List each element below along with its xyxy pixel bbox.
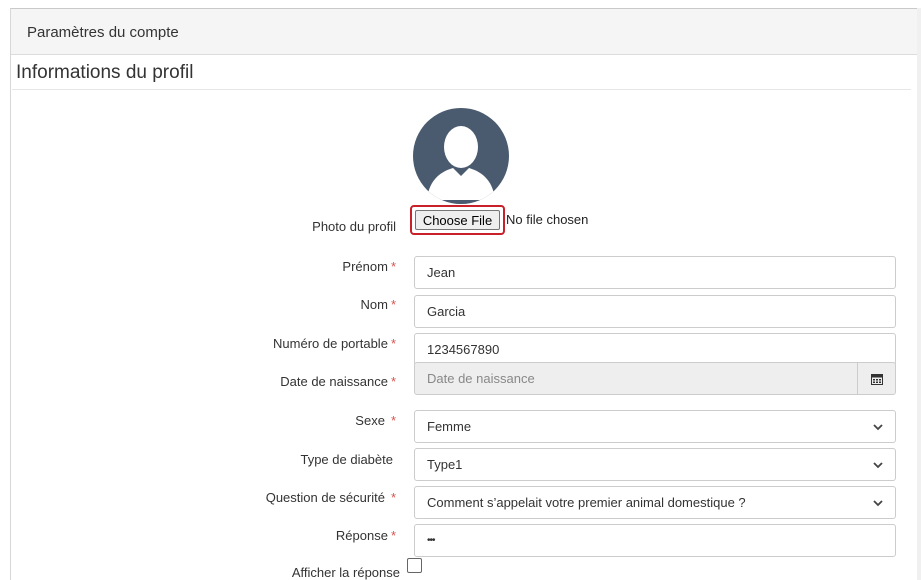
birth-date-group: Date de naissance (414, 362, 896, 395)
show-answer-checkbox[interactable] (407, 558, 422, 573)
answer-label: Réponse * (300, 528, 396, 543)
chevron-down-icon (873, 424, 883, 431)
required-marker: * (390, 528, 396, 543)
required-marker: * (390, 490, 396, 505)
answer-input[interactable]: ••• (414, 524, 896, 557)
last-name-input[interactable]: Garcia (414, 295, 896, 328)
scrollbar[interactable] (917, 8, 921, 580)
first-name-value: Jean (427, 265, 456, 280)
required-marker: * (390, 336, 396, 351)
show-answer-label-text: Afficher la réponse (291, 565, 400, 580)
first-name-input[interactable]: Jean (414, 256, 896, 289)
section-divider (12, 89, 911, 90)
calendar-button[interactable] (857, 362, 896, 395)
security-question-label: Question de sécurité * (230, 490, 396, 505)
mobile-label: Numéro de portable * (230, 336, 396, 351)
diabetes-type-select[interactable]: Type1 (414, 448, 896, 481)
security-question-select[interactable]: Comment s’appelait votre premier animal … (414, 486, 896, 519)
choose-file-button[interactable]: Choose File (415, 210, 500, 230)
gender-value: Femme (427, 419, 472, 434)
gender-label-text: Sexe (355, 413, 385, 428)
birth-date-placeholder: Date de naissance (427, 371, 535, 386)
required-marker: * (390, 374, 396, 389)
answer-value: ••• (427, 535, 435, 546)
last-name-label-text: Nom (360, 297, 388, 312)
required-marker: * (390, 413, 396, 428)
last-name-value: Garcia (427, 304, 466, 319)
mobile-value: 1234567890 (427, 342, 500, 357)
page-title: Paramètres du compte (27, 24, 179, 41)
mobile-label-text: Numéro de portable (273, 336, 388, 351)
panel-header: Paramètres du compte (11, 9, 921, 55)
diabetes-type-label-text: Type de diabète (300, 452, 393, 467)
first-name-label-text: Prénom (342, 259, 388, 274)
security-question-label-text: Question de sécurité (265, 490, 385, 505)
section-title: Informations du profil (16, 62, 194, 83)
photo-label: Photo du profil (300, 219, 396, 234)
gender-label: Sexe * (300, 413, 396, 428)
first-name-label: Prénom * (300, 259, 396, 274)
required-marker: * (390, 297, 396, 312)
last-name-label: Nom * (300, 297, 396, 312)
birth-date-label: Date de naissance * (230, 374, 396, 389)
birth-date-label-text: Date de naissance (280, 374, 388, 389)
show-answer-label: Afficher la réponse (260, 565, 400, 580)
diabetes-type-label: Type de diabète (270, 452, 393, 467)
chevron-down-icon (873, 500, 883, 507)
gender-select[interactable]: Femme (414, 410, 896, 443)
security-question-value: Comment s’appelait votre premier animal … (427, 495, 746, 510)
calendar-icon (870, 373, 883, 385)
file-button-highlight: Choose File (410, 205, 505, 235)
file-status-text: No file chosen (506, 212, 589, 227)
required-marker: * (390, 259, 396, 274)
birth-date-input[interactable]: Date de naissance (414, 362, 858, 395)
photo-label-text: Photo du profil (312, 219, 396, 234)
diabetes-type-value: Type1 (427, 457, 463, 472)
chevron-down-icon (873, 462, 883, 469)
user-avatar-icon (413, 108, 509, 204)
answer-label-text: Réponse (335, 528, 388, 543)
